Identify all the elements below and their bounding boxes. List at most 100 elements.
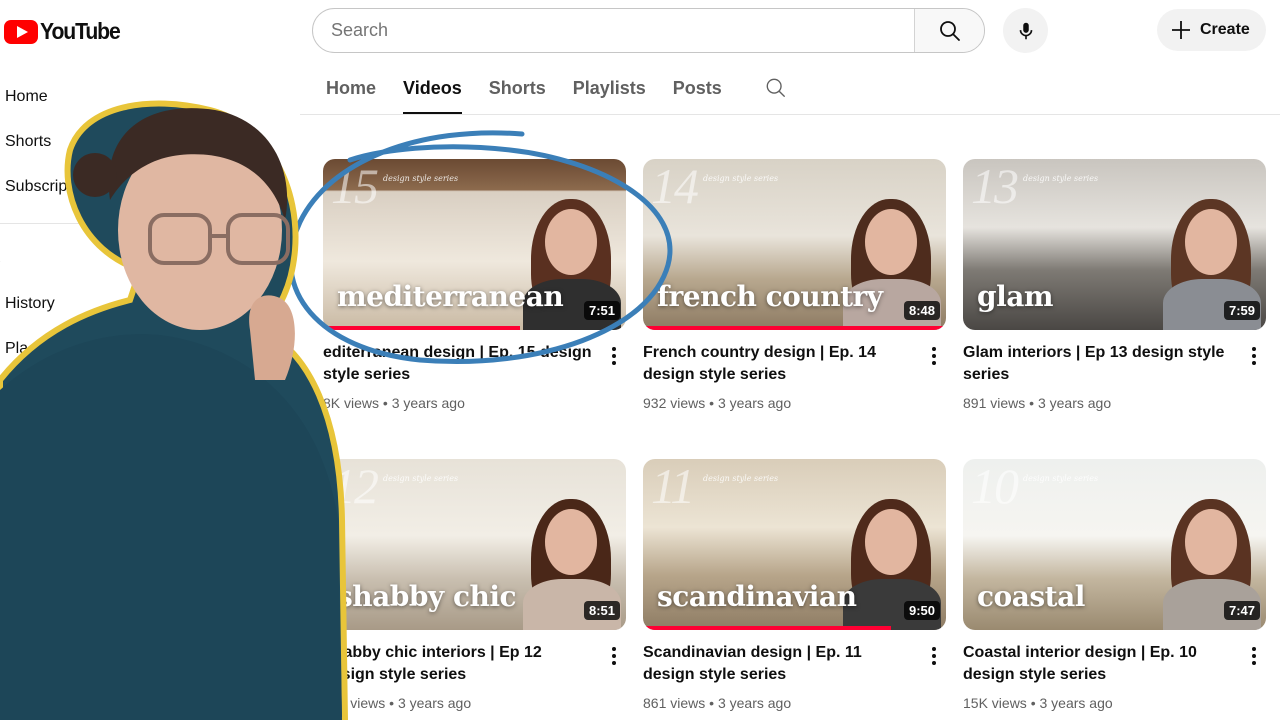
series-tag: design style series [1023,174,1099,183]
upload-age: 3 years ago [717,395,792,411]
episode-number: 10 [971,459,1019,514]
tab-posts[interactable]: Posts [673,78,722,115]
view-count: 8K views [323,395,380,411]
more-options-icon[interactable] [604,345,624,367]
thumbnail-title: glam [977,280,1053,313]
episode-number: 13 [971,159,1019,214]
presenter-face [1185,509,1237,575]
video-thumbnail[interactable]: 15 design style series mediterranean 7:5… [323,159,626,330]
video-meta: 430 views • 3 years ago [323,695,471,711]
video-title[interactable]: Glam interiors | Ep 13 design style seri… [963,342,1233,386]
meta-separator: • [382,395,392,411]
meta-separator: • [709,695,718,711]
presenter-face [1185,209,1237,275]
presenter-face [865,209,917,275]
tab-playlists[interactable]: Playlists [573,78,646,115]
search-button[interactable] [914,9,984,52]
video-thumbnail[interactable]: 11 design style series scandinavian 9:50 [643,459,946,630]
create-button[interactable]: Create [1157,9,1266,51]
view-count: 15K views [963,695,1027,711]
video-title[interactable]: editerranean design | Ep. 15 design styl… [323,342,593,386]
video-thumbnail[interactable]: 13 design style series glam 7:59 [963,159,1266,330]
episode-number: 14 [651,159,699,214]
more-options-icon[interactable] [604,645,624,667]
view-count: 430 views [323,695,386,711]
upload-age: 3 years ago [397,695,472,711]
video-card[interactable]: 12 design style series shabby chic 8:51 … [323,459,626,711]
upload-age: 3 years ago [1037,395,1112,411]
sidebar-item-playlists[interactable]: Pla [5,340,28,358]
more-options-icon[interactable] [924,645,944,667]
duration-badge: 8:48 [903,301,940,320]
series-tag: design style series [383,474,459,483]
duration-badge: 9:50 [903,601,940,620]
duration-badge: 7:59 [1223,301,1260,320]
more-options-icon[interactable] [1244,645,1264,667]
duration-badge: 8:51 [583,601,620,620]
sidebar-item-shorts[interactable]: Shorts [5,133,51,151]
search-input[interactable] [313,9,914,52]
youtube-play-icon [4,19,38,44]
create-label: Create [1200,21,1250,38]
video-title[interactable]: Scandinavian design | Ep. 11 design styl… [643,642,913,686]
tab-videos[interactable]: Videos [403,78,462,115]
view-count: 932 views [643,395,706,411]
series-tag: design style series [703,174,779,183]
chevron-right-icon[interactable]: › [0,252,1,268]
tab-home[interactable]: Home [326,78,376,115]
channel-tabs: Home Videos Shorts Playlists Posts [326,78,787,115]
watch-progress-bar [643,326,946,330]
video-title[interactable]: Coastal interior design | Ep. 10 design … [963,642,1233,686]
presenter-face [545,209,597,275]
thumbnail-title: french country [657,280,883,313]
episode-number: 11 [651,459,695,514]
duration-badge: 7:47 [1223,601,1260,620]
series-tag: design style series [383,174,459,183]
video-card[interactable]: 13 design style series glam 7:59 Glam in… [963,159,1266,411]
upload-age: 3 years ago [391,395,465,411]
channel-search-button[interactable] [765,77,787,104]
view-count: 861 views [643,695,706,711]
video-thumbnail[interactable]: 12 design style series shabby chic 8:51 [323,459,626,630]
mic-icon [1019,22,1032,39]
video-card[interactable]: 11 design style series scandinavian 9:50… [643,459,946,711]
more-options-icon[interactable] [1244,345,1264,367]
sidebar-item-subscriptions[interactable]: Subscrip [5,178,67,196]
search-icon [939,20,960,41]
video-title[interactable]: Shabby chic interiors | Ep 12 design sty… [323,642,593,686]
sidebar-divider [0,223,300,224]
video-card[interactable]: 15 design style series mediterranean 7:5… [323,159,626,411]
sidebar: Home Shorts Subscrip › History Pla [0,0,300,720]
episode-number: 12 [331,459,379,514]
plus-icon [1172,21,1190,39]
thumbnail-title: coastal [977,580,1085,613]
video-card[interactable]: 14 design style series french country 8:… [643,159,946,411]
meta-separator: • [389,695,398,711]
upload-age: 3 years ago [717,695,792,711]
youtube-logo[interactable]: YouTube [4,18,127,45]
duration-badge: 7:51 [583,301,620,320]
tab-shorts[interactable]: Shorts [489,78,546,115]
video-meta: 861 views • 3 years ago [643,695,791,711]
sidebar-item-home[interactable]: Home [5,88,48,106]
upload-age: 3 years ago [1039,695,1113,711]
video-title[interactable]: French country design | Ep. 14 design st… [643,342,913,386]
video-thumbnail[interactable]: 10 design style series coastal 7:47 [963,459,1266,630]
series-tag: design style series [1023,474,1099,483]
watch-progress-bar [643,626,892,630]
watch-progress-bar [323,326,520,330]
episode-number: 15 [331,159,379,214]
search-icon [766,78,785,97]
video-thumbnail[interactable]: 14 design style series french country 8:… [643,159,946,330]
more-options-icon[interactable] [924,345,944,367]
presenter-face [865,509,917,575]
video-meta: 15K views • 3 years ago [963,695,1113,711]
tabs-divider [300,114,1280,115]
thumbnail-title: shabby chic [337,580,517,613]
presenter-face [545,509,597,575]
view-count: 891 views [963,395,1026,411]
thumbnail-title: scandinavian [657,580,857,613]
sidebar-item-history[interactable]: History [5,295,55,313]
voice-search-button[interactable] [1003,8,1048,53]
video-card[interactable]: 10 design style series coastal 7:47 Coas… [963,459,1266,711]
